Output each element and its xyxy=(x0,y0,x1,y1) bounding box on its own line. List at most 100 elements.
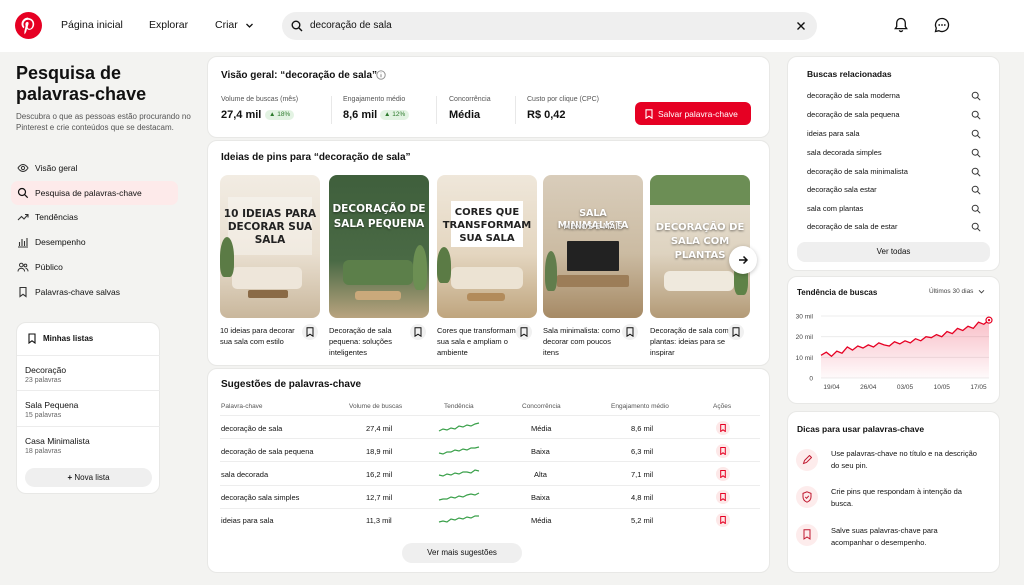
save-keyword-button[interactable]: Salvar palavra-chave xyxy=(635,102,751,125)
info-icon[interactable] xyxy=(376,70,386,80)
sofa-shape xyxy=(343,260,413,285)
pin-save-button[interactable] xyxy=(410,324,426,340)
related-item[interactable]: sala decorada simples xyxy=(807,148,882,157)
period-label: Últimos 30 dias xyxy=(929,288,974,296)
y-tick-label: 30 mil xyxy=(796,314,814,321)
keyword-cell[interactable]: decoração de sala xyxy=(221,424,282,433)
save-keyword-action[interactable] xyxy=(716,421,730,435)
bell-icon[interactable] xyxy=(892,16,910,34)
bookmark-icon xyxy=(19,286,27,298)
column-header: Engajamento médio xyxy=(611,403,669,410)
row-divider xyxy=(220,415,760,416)
related-item[interactable]: decoração de sala de estar xyxy=(807,222,897,231)
table-shape xyxy=(467,293,505,301)
keyword-cell[interactable]: decoração de sala pequena xyxy=(221,447,314,456)
pin-image[interactable]: DECORAÇÃO DE SALA COM PLANTAS xyxy=(650,175,750,318)
tip-icon-container xyxy=(796,486,818,508)
pin-image[interactable]: 10 IDEIAS PARA DECORAR SUA SALA xyxy=(220,175,320,318)
pinterest-logo-icon[interactable] xyxy=(15,12,42,39)
pin-image[interactable]: SALA MINIMALISTA MENOS É MAIS xyxy=(543,175,643,318)
related-item[interactable]: decoração de sala moderna xyxy=(807,91,900,100)
search-icon[interactable] xyxy=(971,204,981,214)
column-header: Concorrência xyxy=(522,403,561,410)
pin-image[interactable]: DECORAÇÃO DE SALA PEQUENA xyxy=(329,175,429,318)
see-all-button[interactable]: Ver todas xyxy=(797,242,990,262)
row-divider xyxy=(220,508,760,509)
sidebar-item-overview[interactable]: Visão geral xyxy=(11,156,178,180)
sidebar-item-audience[interactable]: Público xyxy=(11,255,178,279)
sidebar-item-performance[interactable]: Desempenho xyxy=(11,230,178,254)
keyword-cell[interactable]: decoração sala simples xyxy=(221,493,299,502)
pin-caption[interactable]: Decoração de sala pequena: soluções inte… xyxy=(329,325,414,358)
nav-create-link[interactable]: Criar xyxy=(215,19,238,31)
search-bar[interactable]: decoração de sala xyxy=(282,12,817,40)
save-keyword-action[interactable] xyxy=(716,444,730,458)
metric-value: R$ 0,42 xyxy=(527,109,566,121)
sidebar-item-saved-keywords[interactable]: Palavras-chave salvas xyxy=(11,280,178,304)
keyword-cell[interactable]: sala decorada xyxy=(221,470,268,479)
pin-caption[interactable]: Sala minimalista: como decorar com pouco… xyxy=(543,325,628,358)
search-icon[interactable] xyxy=(971,110,981,120)
new-list-button[interactable]: + Nova lista xyxy=(25,468,152,487)
metric-value: 27,4 mil xyxy=(221,109,262,121)
list-item[interactable]: Sala Pequena 15 palavras xyxy=(17,390,160,428)
bookmark-icon xyxy=(28,333,36,344)
bookmark-icon xyxy=(720,424,726,432)
list-item[interactable]: Decoração 23 palavras xyxy=(17,355,160,393)
clear-search-icon[interactable] xyxy=(796,21,806,31)
eye-icon xyxy=(17,163,29,173)
keyword-cell[interactable]: ideias para sala xyxy=(221,516,274,525)
competition-cell: Média xyxy=(531,516,552,525)
search-icon[interactable] xyxy=(971,185,981,195)
y-tick-label: 0 xyxy=(809,376,813,383)
pin-caption[interactable]: Decoração de sala com plantas: ideias pa… xyxy=(650,325,735,358)
save-keyword-action[interactable] xyxy=(716,490,730,504)
volume-cell: 11,3 mil xyxy=(366,516,392,525)
related-item[interactable]: decoração de sala pequena xyxy=(807,110,900,119)
related-item[interactable]: ideias para sala xyxy=(807,129,860,138)
tips-title: Dicas para usar palavras-chave xyxy=(797,424,925,434)
pin-save-button[interactable] xyxy=(302,324,318,340)
save-keyword-action[interactable] xyxy=(716,513,730,527)
pin-save-button[interactable] xyxy=(516,324,532,340)
sidebar-item-label: Desempenho xyxy=(35,237,86,247)
messages-icon[interactable] xyxy=(933,16,951,34)
search-icon[interactable] xyxy=(971,129,981,139)
page-title: Pesquisa de palavras-chave xyxy=(16,63,147,104)
shield-icon xyxy=(802,491,812,503)
related-item[interactable]: decoração de sala minimalista xyxy=(807,167,908,176)
list-count: 15 palavras xyxy=(25,412,62,419)
nav-home-link[interactable]: Página inicial xyxy=(61,19,123,31)
related-item[interactable]: decoração sala estar xyxy=(807,185,877,194)
trend-title: Tendência de buscas xyxy=(797,288,878,297)
nav-explore-link[interactable]: Explorar xyxy=(149,19,188,31)
sidebar-item-keyword-research[interactable]: Pesquisa de palavras-chave xyxy=(11,181,178,205)
growth-badge: ▲ 12% xyxy=(380,110,410,120)
see-more-suggestions-button[interactable]: Ver mais sugestões xyxy=(402,543,522,563)
search-icon[interactable] xyxy=(971,222,981,232)
sidebar-item-label: Tendências xyxy=(35,212,79,222)
pin-caption[interactable]: Cores que transformam sua sala e ampliam… xyxy=(437,325,522,358)
pencil-icon xyxy=(802,455,812,465)
pin-caption[interactable]: 10 ideias para decorar sua sala com esti… xyxy=(220,325,305,347)
search-icon[interactable] xyxy=(971,148,981,158)
search-icon[interactable] xyxy=(971,91,981,101)
next-arrow-button[interactable] xyxy=(729,246,757,274)
pin-save-button[interactable] xyxy=(728,324,744,340)
competition-cell: Baixa xyxy=(531,493,550,502)
sidebar-item-trends[interactable]: Tendências xyxy=(11,205,178,229)
pin-overlay-text: CORES QUE TRANSFORMAM SUA SALA xyxy=(442,207,532,244)
list-item[interactable]: Casa Minimalista 18 palavras xyxy=(17,426,160,464)
save-keyword-action[interactable] xyxy=(716,467,730,481)
pin-save-button[interactable] xyxy=(622,324,638,340)
related-item[interactable]: sala com plantas xyxy=(807,204,863,213)
x-tick-label: 26/04 xyxy=(860,384,877,391)
pin-image[interactable]: CORES QUE TRANSFORMAM SUA SALA xyxy=(437,175,537,318)
plant-shape xyxy=(437,247,451,283)
period-select[interactable]: Últimos 30 dias xyxy=(929,288,985,295)
hanging-plants-shape xyxy=(650,175,750,205)
search-icon[interactable] xyxy=(971,167,981,177)
chevron-down-icon[interactable] xyxy=(245,21,254,30)
search-input[interactable]: decoração de sala xyxy=(310,20,392,31)
bar-chart-icon xyxy=(18,238,28,248)
